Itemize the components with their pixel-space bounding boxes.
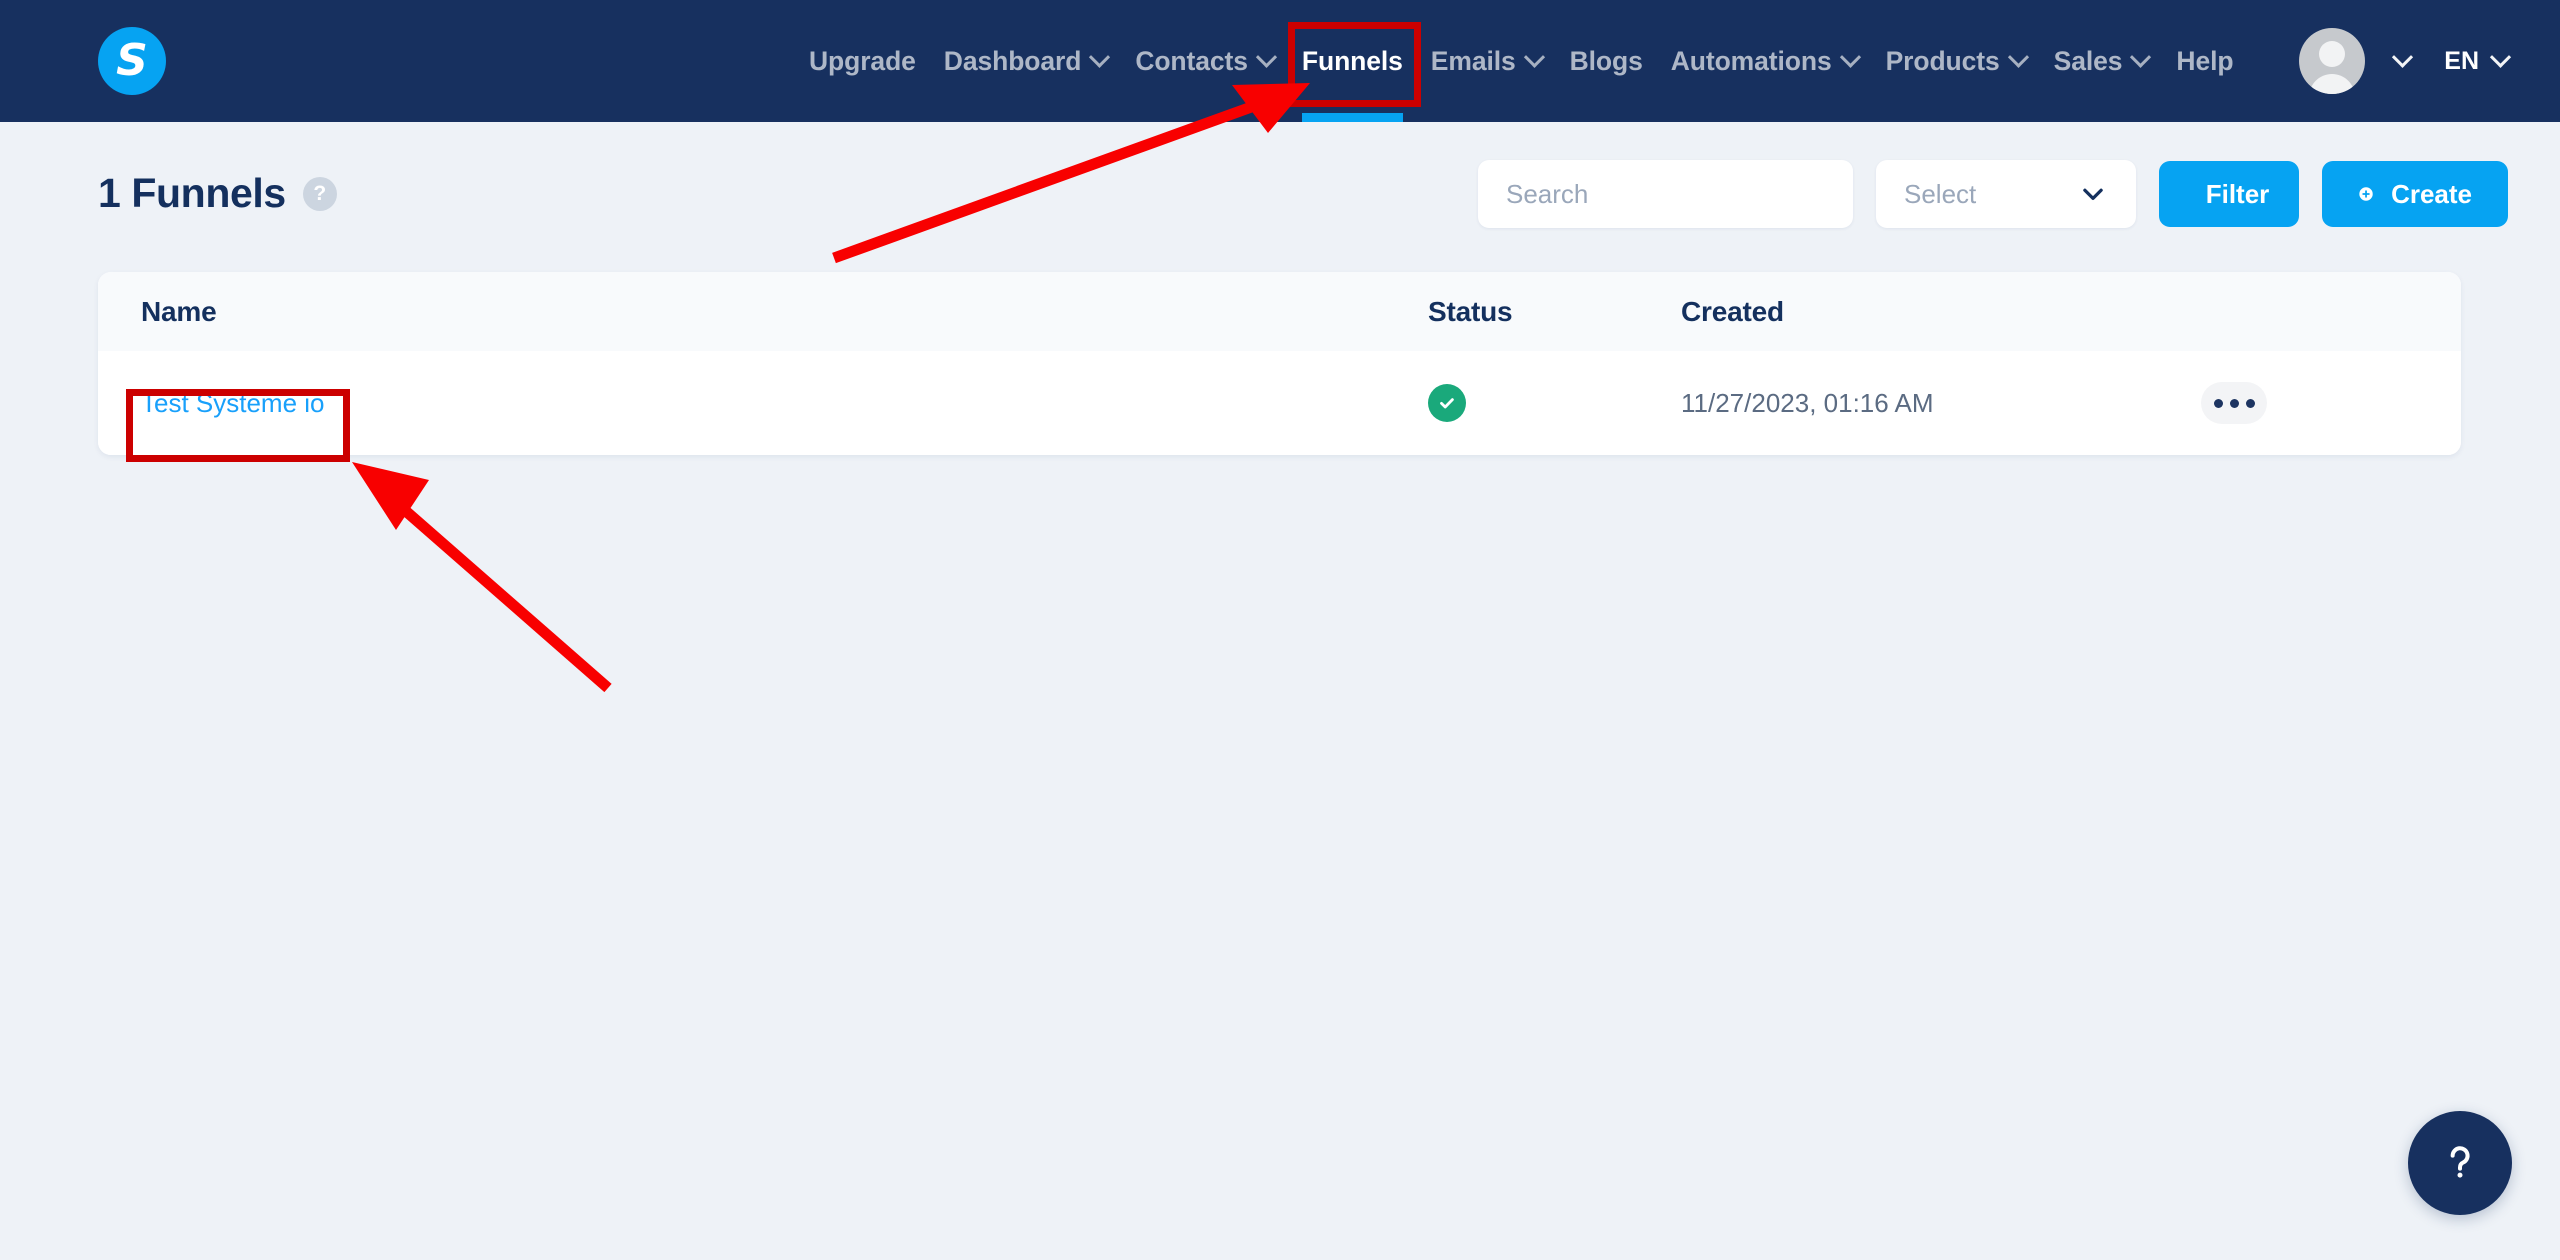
chevron-down-icon: [1255, 46, 1277, 68]
table-header-row: Name Status Created: [98, 272, 2461, 351]
row-actions-menu-button[interactable]: [2201, 382, 2267, 424]
dot: [2229, 398, 2239, 408]
help-badge-icon[interactable]: ?: [302, 176, 337, 211]
chevron-down-icon: [1839, 46, 1861, 68]
column-header-created: Created: [1681, 295, 1784, 327]
nav-label-sales: Sales: [2053, 45, 2123, 76]
logo-letter: S: [116, 35, 148, 86]
dot: [2213, 398, 2223, 408]
language-selector[interactable]: EN: [2426, 46, 2512, 76]
select-dropdown[interactable]: Select: [1876, 160, 2136, 228]
nav-label-upgrade: Upgrade: [809, 45, 916, 76]
funnel-name-link[interactable]: Test Systeme io: [141, 388, 325, 418]
created-date: 11/27/2023, 01:16 AM: [1681, 387, 1934, 418]
filter-button-label: Filter: [2205, 178, 2270, 209]
account-menu-button[interactable]: [2379, 46, 2426, 69]
nav-label-products: Products: [1885, 45, 2000, 76]
nav-items-container: Upgrade Dashboard Contacts Funnels Email…: [795, 0, 2247, 122]
nav-item-funnels[interactable]: Funnels: [1288, 0, 1417, 122]
nav-label-blogs: Blogs: [1569, 45, 1643, 76]
chevron-down-icon: [2392, 46, 2414, 68]
chevron-down-icon: [2007, 46, 2029, 68]
nav-label-help: Help: [2176, 45, 2234, 76]
table-row: Test Systeme io 11/27/2023, 01:16 AM: [98, 351, 2461, 455]
nav-right-container: EN: [2299, 0, 2512, 122]
create-button[interactable]: Create: [2322, 161, 2508, 227]
select-placeholder-label: Select: [1904, 178, 1977, 209]
chevron-down-icon: [1089, 46, 1111, 68]
avatar-body: [2309, 74, 2356, 94]
top-navigation-bar: S Upgrade Dashboard Contacts Funnels Ema…: [0, 0, 2560, 122]
nav-label-funnels: Funnels: [1301, 45, 1403, 76]
nav-label-dashboard: Dashboard: [943, 45, 1082, 76]
nav-item-upgrade[interactable]: Upgrade: [795, 0, 930, 122]
nav-item-dashboard[interactable]: Dashboard: [930, 0, 1122, 122]
column-header-status: Status: [1428, 295, 1513, 327]
toolbar: Select Filter Create: [1478, 160, 2508, 228]
nav-label-automations: Automations: [1670, 45, 1832, 76]
column-header-name: Name: [141, 295, 217, 327]
nav-item-automations[interactable]: Automations: [1657, 0, 1872, 122]
nav-item-sales[interactable]: Sales: [2040, 0, 2163, 122]
question-mark-icon: [2450, 1146, 2470, 1178]
nav-item-emails[interactable]: Emails: [1417, 0, 1556, 122]
chevron-down-icon: [2083, 188, 2103, 200]
systeme-io-logo[interactable]: S: [98, 27, 166, 95]
language-label: EN: [2444, 46, 2479, 75]
chevron-down-icon: [2489, 46, 2512, 68]
active-tab-underline: [1301, 113, 1403, 122]
filter-button[interactable]: Filter: [2159, 161, 2299, 227]
arrow-to-funnel-name: [352, 462, 612, 693]
nav-item-blogs[interactable]: Blogs: [1556, 0, 1657, 122]
dot: [2245, 398, 2255, 408]
page-header: 1 Funnels ?: [98, 170, 337, 217]
chevron-down-icon: [1523, 46, 1545, 68]
status-badge: [1428, 384, 1466, 422]
chevron-down-icon: [2130, 46, 2152, 68]
nav-label-emails: Emails: [1430, 45, 1516, 76]
nav-item-help[interactable]: Help: [2162, 0, 2247, 122]
create-button-label: Create: [2391, 178, 2472, 209]
avatar[interactable]: [2299, 28, 2366, 94]
nav-item-contacts[interactable]: Contacts: [1121, 0, 1288, 122]
search-input[interactable]: [1506, 178, 1841, 210]
check-icon: [1440, 398, 1454, 409]
nav-label-contacts: Contacts: [1135, 45, 1248, 76]
funnels-table: Name Status Created Test Systeme io 11/2…: [98, 272, 2461, 455]
help-chat-button[interactable]: [2408, 1111, 2512, 1215]
page-title: 1 Funnels: [98, 170, 286, 216]
search-box[interactable]: [1478, 160, 1853, 228]
plus-circle-icon: [2359, 187, 2373, 201]
avatar-head: [2319, 41, 2346, 67]
nav-item-products[interactable]: Products: [1872, 0, 2040, 122]
